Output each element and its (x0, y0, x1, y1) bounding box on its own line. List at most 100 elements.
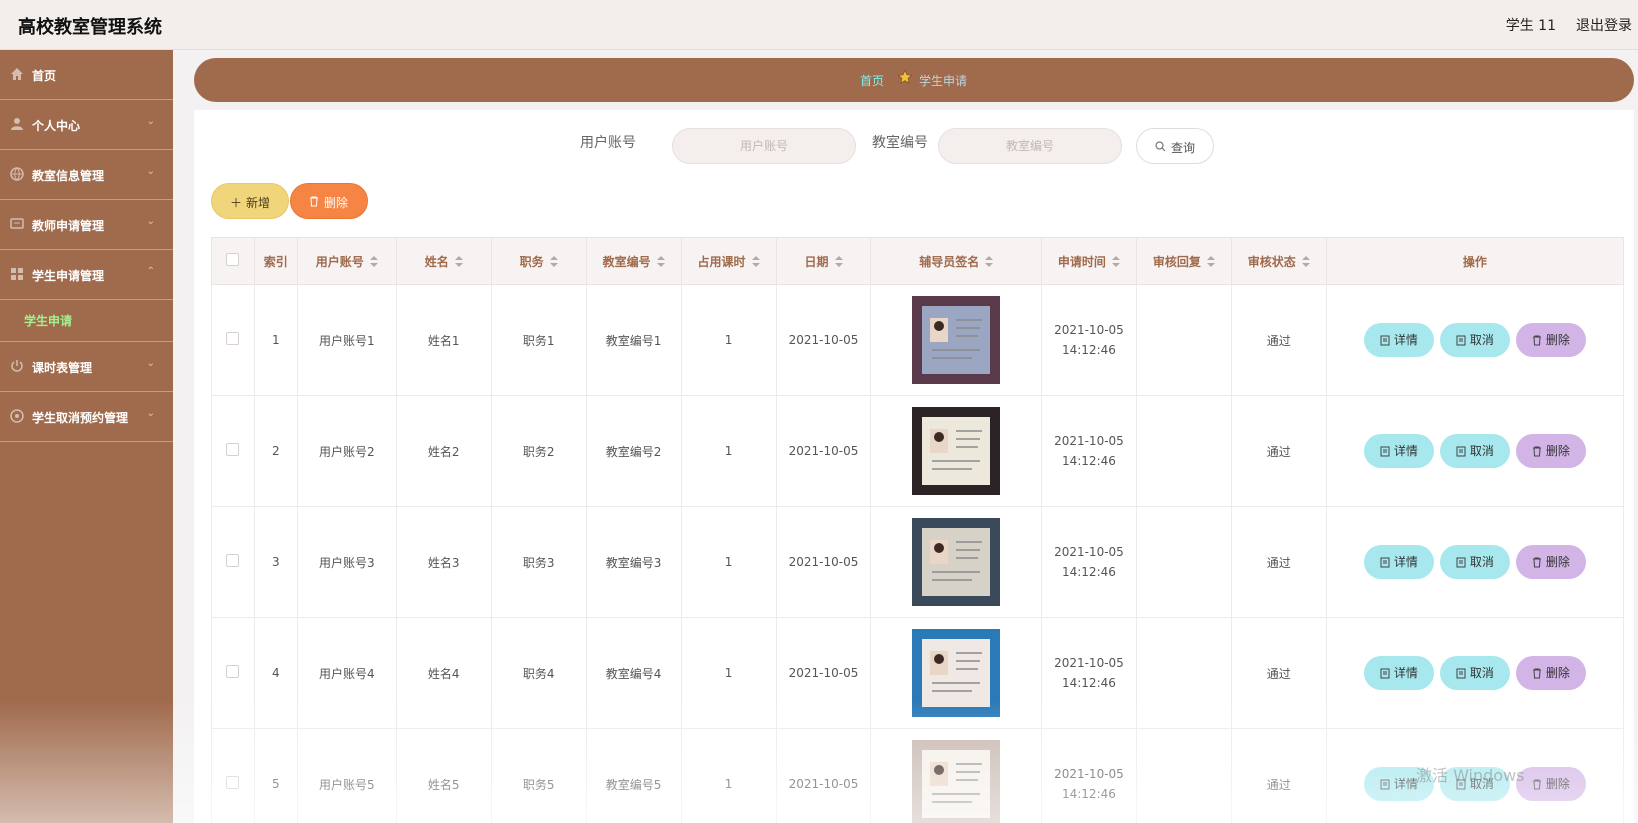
row-checkbox[interactable] (226, 776, 240, 789)
sort-icon[interactable] (834, 256, 843, 268)
detail-button[interactable]: 详情 (1363, 434, 1434, 468)
table-row: 2 用户账号2 姓名2 职务2 教室编号2 1 2021-10-05 2021-… (211, 395, 1625, 507)
sort-icon[interactable] (985, 256, 994, 268)
header-name[interactable]: 姓名 (395, 237, 492, 285)
cancel-button[interactable]: 取消 (1439, 323, 1510, 357)
sidebar-item-label: 学生申请管理 (32, 269, 105, 283)
sidebar-item-schedule[interactable]: 课时表管理 ⌄ (0, 342, 173, 392)
cell-apply-time: 2021-10-05 14:12:46 (1040, 617, 1137, 729)
cell-account: 用户账号2 (296, 395, 397, 507)
current-user: 学生 11 (1505, 18, 1556, 34)
sidebar-item-personal[interactable]: 个人中心 ⌄ (0, 100, 173, 150)
detail-button[interactable]: 详情 (1363, 656, 1434, 690)
document-icon (1456, 335, 1466, 346)
cell-duty: 职务4 (490, 617, 587, 729)
trash-icon (1532, 668, 1541, 679)
row-delete-button[interactable]: 删除 (1515, 656, 1586, 690)
delete-button[interactable]: 删除 (290, 183, 368, 219)
cell-date: 2021-10-05 (775, 617, 872, 729)
trash-icon (1532, 446, 1541, 457)
sidebar-item-cancel-booking[interactable]: 学生取消预约管理 ⌄ (0, 392, 173, 442)
header-status[interactable]: 审核状态 (1230, 237, 1327, 285)
sidebar-item-teacher-apply[interactable]: 教师申请管理 ⌄ (0, 200, 173, 250)
header-hours[interactable]: 占用课时 (680, 237, 777, 285)
sidebar-subitem-label: 学生申请 (24, 314, 73, 328)
cell-signature (870, 728, 1042, 823)
sort-icon[interactable] (454, 256, 463, 268)
logout-link[interactable]: 退出登录 (1576, 15, 1632, 35)
cancel-button[interactable]: 取消 (1439, 434, 1510, 468)
header-account[interactable]: 用户账号 (296, 237, 397, 285)
header-reply[interactable]: 审核回复 (1135, 237, 1232, 285)
cell-room: 教室编号3 (585, 506, 682, 618)
chevron-down-icon: ⌄ (146, 116, 155, 127)
header-room[interactable]: 教室编号 (585, 237, 682, 285)
signature-image[interactable] (912, 296, 1001, 384)
cell-status: 通过 (1230, 728, 1327, 823)
sort-icon[interactable] (1206, 256, 1215, 268)
document-icon (1380, 446, 1390, 457)
signature-image[interactable] (912, 407, 1001, 495)
document-icon (1380, 557, 1390, 568)
select-all-checkbox[interactable] (226, 253, 240, 266)
cancel-button[interactable]: 取消 (1439, 656, 1510, 690)
cancel-button[interactable]: 取消 (1439, 545, 1510, 579)
header-apply-time[interactable]: 申请时间 (1040, 237, 1137, 285)
sort-icon[interactable] (656, 256, 665, 268)
sort-icon[interactable] (1111, 256, 1120, 268)
select-all-cell (211, 237, 255, 285)
sidebar-item-student-apply[interactable]: 学生申请管理 ⌃ (0, 250, 173, 300)
cell-account: 用户账号3 (296, 506, 397, 618)
sort-icon[interactable] (549, 256, 558, 268)
cell-room: 教室编号5 (585, 728, 682, 823)
row-checkbox[interactable] (226, 665, 240, 678)
row-checkbox[interactable] (226, 443, 240, 456)
sidebar-item-classroom[interactable]: 教室信息管理 ⌄ (0, 150, 173, 200)
header-date[interactable]: 日期 (775, 237, 872, 285)
cell-apply-time: 2021-10-05 14:12:46 (1040, 284, 1137, 396)
document-icon (1380, 668, 1390, 679)
detail-button[interactable]: 详情 (1363, 323, 1434, 357)
sort-icon[interactable] (369, 256, 378, 268)
room-search-input[interactable] (938, 128, 1122, 164)
signature-image[interactable] (912, 629, 1001, 717)
row-delete-button[interactable]: 删除 (1515, 767, 1586, 801)
header-signature[interactable]: 辅导员签名 (870, 237, 1042, 285)
row-select-cell (211, 284, 255, 396)
signature-image[interactable] (912, 518, 1001, 606)
breadcrumb-home[interactable]: 首页 (860, 72, 884, 89)
star-icon (898, 70, 912, 84)
document-icon (1456, 668, 1466, 679)
sidebar-subitem-student-apply[interactable]: 学生申请 (0, 300, 173, 342)
add-button-label: 新增 (246, 196, 271, 210)
chevron-down-icon: ⌄ (146, 216, 155, 227)
row-checkbox[interactable] (226, 554, 240, 567)
table-header-row: 索引 用户账号 姓名 职务 教室编号 占用课时 日期 辅导员签名 申请时间 审核… (211, 237, 1625, 285)
cell-name: 姓名4 (395, 617, 492, 729)
signature-image[interactable] (912, 740, 1001, 823)
cell-hours: 1 (680, 617, 777, 729)
query-button[interactable]: 查询 (1136, 128, 1214, 164)
cell-name: 姓名2 (395, 395, 492, 507)
add-button[interactable]: ＋ 新增 (211, 183, 289, 219)
row-delete-button[interactable]: 删除 (1515, 323, 1586, 357)
sort-icon[interactable] (751, 256, 760, 268)
detail-button[interactable]: 详情 (1363, 545, 1434, 579)
cell-name: 姓名1 (395, 284, 492, 396)
cell-account: 用户账号4 (296, 617, 397, 729)
top-bar: 高校教室管理系统 学生 11 退出登录 (0, 0, 1638, 50)
row-checkbox[interactable] (226, 332, 240, 345)
sidebar-item-label: 课时表管理 (32, 361, 93, 375)
sort-icon[interactable] (1301, 256, 1310, 268)
cell-duty: 职务2 (490, 395, 587, 507)
cell-apply-time: 2021-10-05 14:12:46 (1040, 728, 1137, 823)
header-duty[interactable]: 职务 (490, 237, 587, 285)
main-panel: 用户账号 教室编号 查询 ＋ 新增 删除 索引 用户账号 姓名 职务 教室编号 (0, 110, 1638, 823)
cell-actions: 详情 取消 删除 (1325, 506, 1625, 618)
sidebar-item-home[interactable]: 首页 (0, 50, 173, 100)
cell-index: 3 (253, 506, 298, 618)
row-delete-button[interactable]: 删除 (1515, 434, 1586, 468)
account-search-input[interactable] (672, 128, 856, 164)
cell-duty: 职务5 (490, 728, 587, 823)
row-delete-button[interactable]: 删除 (1515, 545, 1586, 579)
